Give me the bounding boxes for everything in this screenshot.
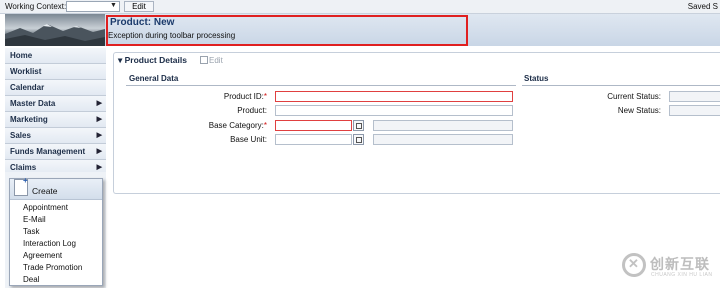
watermark-subtitle: CHUANG XIN HU LIAN [651,272,713,278]
create-menu-title: Create [32,186,58,196]
page-title: Product: New [110,17,175,28]
edit-context-button[interactable]: Edit [124,1,154,12]
chevron-right-icon: ▶ [96,148,102,155]
nav-item-home[interactable]: Home [5,48,106,64]
product-input[interactable] [275,105,513,116]
watermark-logo: ✕ 创新互联 CHUANG XIN HU LIAN [622,252,720,282]
create-item-interaction-log[interactable]: Interaction Log [23,238,82,250]
edit-icon [200,56,208,64]
base-category-input[interactable] [275,120,352,131]
create-menu-header[interactable]: + Create [10,176,102,200]
edit-product-button[interactable]: Edit [200,56,223,65]
create-item-email[interactable]: E-Mail [23,214,82,226]
create-menu-popup: + Create Appointment E-Mail Task Interac… [9,176,103,286]
product-label: Product: [237,106,267,115]
create-item-deal[interactable]: Deal [23,274,82,286]
watermark-name: 创新互联 [650,256,710,272]
base-unit-input[interactable] [275,134,352,145]
nav-item-worklist[interactable]: Worklist [5,64,106,80]
saved-searches-link[interactable]: Saved S [688,2,718,11]
nav-item-calendar[interactable]: Calendar [5,80,106,96]
chevron-right-icon: ▶ [96,100,102,107]
create-item-trade-promotion[interactable]: Trade Promotion [23,262,82,274]
status-section-header: Status [522,74,720,86]
chevron-right-icon: ▶ [96,116,102,123]
plus-icon: + [23,176,28,185]
chevron-down-icon[interactable]: ▼ [110,2,117,9]
chevron-right-icon: ▶ [96,132,102,139]
new-status-select[interactable] [669,105,720,116]
header-logo-image [5,14,105,46]
product-id-label: Product ID:* [223,92,267,101]
status-title: Status [524,74,549,83]
general-data-title: General Data [129,74,179,83]
mountain-landscape-image [5,24,105,46]
new-status-label: New Status: [617,106,661,115]
watermark-x-icon: ✕ [628,256,639,271]
general-data-section-header: General Data [126,74,516,86]
create-item-task[interactable]: Task [23,226,82,238]
error-message: Exception during toolbar processing [108,31,236,40]
create-menu-list: Appointment E-Mail Task Interaction Log … [23,202,82,286]
product-details-toggle[interactable]: ▾ Product Details [118,55,187,66]
base-unit-description [373,134,513,145]
base-unit-picker-icon[interactable] [353,134,364,145]
current-status-field [669,91,720,102]
navigation-bar: Home Worklist Calendar Master Data ▶ Mark… [5,48,106,176]
create-item-appointment[interactable]: Appointment [23,202,82,214]
base-category-picker-icon[interactable] [353,120,364,131]
nav-item-funds-management[interactable]: Funds Management ▶ [5,144,106,160]
base-unit-label: Base Unit: [230,135,267,144]
working-context-label: Working Context: [5,2,67,11]
nav-item-master-data[interactable]: Master Data ▶ [5,96,106,112]
nav-item-marketing[interactable]: Marketing ▶ [5,112,106,128]
product-id-input[interactable] [275,91,513,102]
base-category-description [373,120,513,131]
base-category-label: Base Category:* [208,121,267,130]
current-status-label: Current Status: [607,92,661,101]
top-toolbar: Working Context: ▼ Edit Saved S [0,0,720,14]
nav-item-sales[interactable]: Sales ▶ [5,128,106,144]
create-item-agreement[interactable]: Agreement [23,250,82,262]
